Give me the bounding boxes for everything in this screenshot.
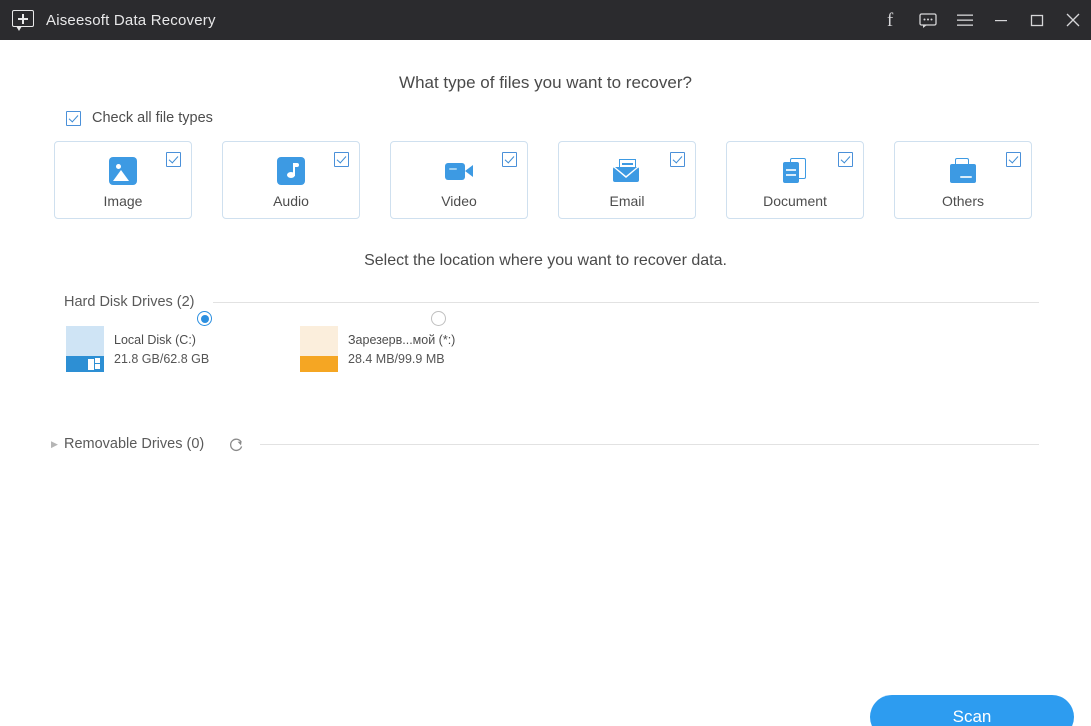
file-type-label: Image xyxy=(103,193,143,209)
hard-disk-section-header: Hard Disk Drives (2) xyxy=(64,294,1039,310)
drive-radio[interactable] xyxy=(431,311,446,326)
file-type-card-email[interactable]: Email xyxy=(558,141,696,219)
image-icon xyxy=(107,155,139,187)
refresh-button[interactable] xyxy=(226,434,246,454)
check-all-checkbox[interactable] xyxy=(66,110,81,126)
file-type-card-video[interactable]: Video xyxy=(390,141,528,219)
page-title: What type of files you want to recover? xyxy=(399,73,692,92)
file-type-label: Document xyxy=(763,193,827,209)
file-type-card-image[interactable]: Image xyxy=(54,141,192,219)
file-type-card-document[interactable]: Document xyxy=(726,141,864,219)
video-icon xyxy=(443,155,475,187)
scan-button[interactable]: Scan xyxy=(870,695,1074,726)
file-type-card-audio[interactable]: Audio xyxy=(222,141,360,219)
removable-section-label: Removable Drives (0) xyxy=(64,436,205,452)
close-button[interactable] xyxy=(1055,0,1091,40)
main-content: What type of files you want to recover? … xyxy=(0,40,1091,726)
collapse-caret-icon[interactable]: ▶ xyxy=(51,439,59,449)
minimize-icon xyxy=(995,20,1007,22)
feedback-button[interactable] xyxy=(909,0,947,40)
minimize-button[interactable] xyxy=(983,0,1019,40)
check-all-label: Check all file types xyxy=(92,110,213,126)
facebook-button[interactable]: f xyxy=(871,0,909,40)
app-title: Aiseesoft Data Recovery xyxy=(46,11,216,29)
file-type-label: Others xyxy=(941,193,984,209)
drive-radio[interactable] xyxy=(197,311,212,326)
file-type-label: Audio xyxy=(273,193,309,209)
drive-size: 28.4 MB/99.9 MB xyxy=(348,352,445,367)
section-divider xyxy=(212,301,1039,303)
refresh-icon xyxy=(230,438,243,452)
document-icon xyxy=(779,155,811,187)
chat-bubble-icon xyxy=(919,12,937,28)
file-type-card-list: Image Audio Video Email Document Others xyxy=(54,141,1091,219)
email-icon xyxy=(611,155,643,187)
drive-name: Зарезерв...мой (*:) xyxy=(348,333,456,347)
close-icon xyxy=(1066,13,1080,27)
audio-icon xyxy=(275,155,307,187)
drive-thumbnail xyxy=(300,326,338,372)
file-type-card-others[interactable]: Others xyxy=(894,141,1032,219)
hamburger-icon xyxy=(957,14,973,26)
maximize-icon xyxy=(1030,14,1044,26)
removable-section-header: ▶ Removable Drives (0) xyxy=(51,434,1039,454)
hard-disk-drive-list: Local Disk (C:) 21.8 GB/62.8 GB Зарезерв… xyxy=(66,311,1091,372)
check-all-file-types-row[interactable]: Check all file types xyxy=(66,110,213,126)
drive-thumbnail xyxy=(66,326,104,372)
others-icon xyxy=(947,155,979,187)
title-bar: Aiseesoft Data Recovery f xyxy=(0,0,1091,40)
menu-button[interactable] xyxy=(947,0,983,40)
drive-item-reserved[interactable]: Зарезерв...мой (*:) 28.4 MB/99.9 MB xyxy=(300,311,490,372)
drive-size: 21.8 GB/62.8 GB xyxy=(114,352,210,367)
location-section-title: Select the location where you want to re… xyxy=(364,252,727,269)
drive-item-local-disk-c[interactable]: Local Disk (C:) 21.8 GB/62.8 GB xyxy=(66,311,256,372)
file-type-label: Email xyxy=(609,193,645,209)
hard-disk-section-label: Hard Disk Drives (2) xyxy=(64,294,195,310)
file-type-label: Video xyxy=(441,193,477,209)
windows-logo-icon xyxy=(88,358,101,370)
maximize-button[interactable] xyxy=(1019,0,1055,40)
section-divider xyxy=(260,443,1039,445)
drive-name: Local Disk (C:) xyxy=(114,333,196,347)
app-logo-icon xyxy=(12,10,34,31)
window-controls: f xyxy=(871,0,1091,40)
facebook-icon: f xyxy=(886,9,894,31)
